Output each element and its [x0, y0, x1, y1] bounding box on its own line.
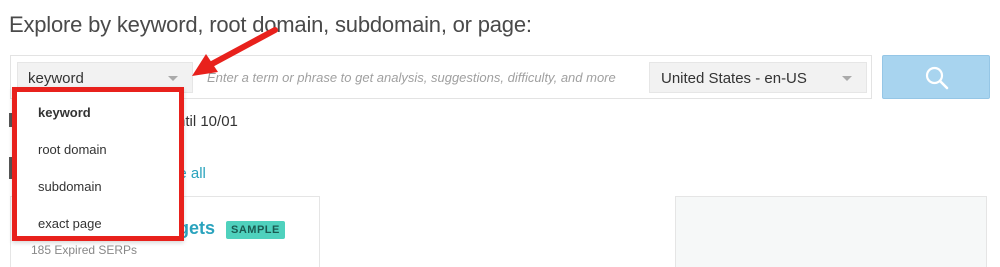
- search-icon: [925, 66, 949, 90]
- date-range-text: ntil 10/01: [177, 113, 238, 130]
- sample-badge: SAMPLE: [226, 221, 285, 239]
- annotation-arrow-icon: [192, 27, 278, 76]
- locale-value: United States - en-US: [661, 70, 807, 87]
- card-subtext: 185 Expired SERPs: [31, 243, 138, 257]
- search-type-value: keyword: [28, 70, 84, 87]
- chevron-down-icon: [842, 76, 852, 81]
- annotation-highlight-box: [12, 87, 184, 241]
- locale-select[interactable]: United States - en-US: [649, 62, 867, 93]
- search-button[interactable]: [882, 55, 990, 99]
- chevron-down-icon: [168, 76, 178, 81]
- side-panel-card: [675, 196, 987, 267]
